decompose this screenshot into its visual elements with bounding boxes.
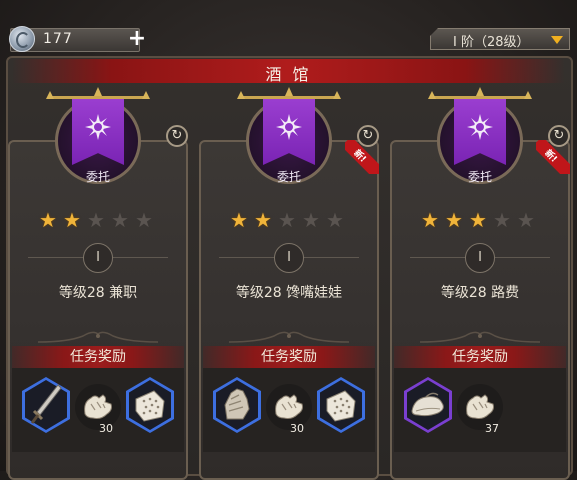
reward-header: 任务奖励 — [203, 346, 375, 368]
ornament-divider — [420, 331, 540, 343]
star-icon: ★ — [421, 208, 439, 232]
star-icon: ★ — [517, 208, 535, 232]
tier-selector[interactable]: I 阶（28级） — [430, 28, 570, 50]
finial — [237, 91, 245, 99]
claw-material-icon — [84, 394, 112, 419]
currency-display: 177 + — [9, 26, 146, 52]
ornament-divider — [38, 331, 158, 343]
reward-header: 任务奖励 — [12, 346, 184, 368]
star-icon: ★ — [230, 208, 248, 232]
finial — [285, 87, 293, 96]
sun-sigil-icon — [276, 114, 302, 140]
stone-block-icon — [326, 390, 356, 422]
dropdown-arrow-icon — [551, 36, 563, 44]
commission-emblem: 委托 — [428, 87, 532, 189]
reward-slot[interactable] — [126, 377, 174, 433]
emblem-label: 委托 — [85, 170, 110, 184]
banner-pole — [430, 96, 530, 99]
star-icon: ★ — [63, 208, 81, 232]
commission-emblem: 委托 — [46, 87, 150, 189]
reward-slot[interactable] — [404, 377, 452, 433]
ornament-divider — [229, 331, 349, 343]
finial — [46, 91, 54, 99]
reward-count: 30 — [99, 422, 113, 435]
new-tag: 新! — [536, 140, 570, 174]
claw-material-icon — [275, 394, 303, 419]
quest-name: 等级28 馋嘴娃娃 — [235, 285, 343, 301]
tier-label: I 阶（28级） — [453, 35, 530, 50]
sun-sigil-icon — [467, 114, 493, 140]
star-icon: ★ — [278, 208, 296, 232]
star-icon: ★ — [254, 208, 272, 232]
star-icon: ★ — [87, 208, 105, 232]
reward-slot[interactable]: 30 — [266, 384, 312, 435]
banner-pole — [239, 96, 339, 99]
panel-title-bar: 酒 馆 — [12, 59, 565, 84]
reward-count: 30 — [290, 422, 304, 435]
finial — [142, 91, 150, 99]
reward-slot[interactable] — [317, 377, 365, 433]
reward-slot[interactable]: 37 — [457, 384, 503, 435]
silver-coin-icon — [9, 26, 35, 52]
add-currency-button[interactable]: + — [127, 28, 147, 50]
reward-slot[interactable] — [213, 377, 261, 433]
level-badge: I — [465, 243, 495, 273]
finial — [476, 87, 484, 96]
stone-block-icon — [135, 390, 165, 422]
top-bar: 177 + I 阶（28级） — [0, 0, 577, 58]
banner-pole — [48, 96, 148, 99]
star-icon: ★ — [445, 208, 463, 232]
star-icon: ★ — [39, 208, 57, 232]
currency-amount: 177 — [43, 31, 73, 47]
level-badge: I — [274, 243, 304, 273]
commission-emblem: 委托 — [237, 87, 341, 189]
quest-name: 等级28 路费 — [440, 285, 520, 301]
star-icon: ★ — [469, 208, 487, 232]
gauntlet-icon — [224, 388, 250, 420]
sword-icon — [30, 384, 62, 424]
panel-title: 酒 馆 — [265, 65, 312, 84]
finial — [94, 87, 102, 96]
new-tag: 新! — [345, 140, 379, 174]
difficulty-stars: ★ ★ ★ ★ ★ — [229, 210, 345, 230]
emblem-label: 委托 — [467, 170, 492, 184]
reward-slot[interactable]: 30 — [75, 384, 121, 435]
quest-name: 等级28 兼职 — [58, 285, 138, 301]
reward-slot[interactable] — [22, 377, 70, 433]
claw-material-icon — [466, 394, 494, 419]
star-icon: ★ — [326, 208, 344, 232]
level-badge: I — [83, 243, 113, 273]
star-icon: ★ — [111, 208, 129, 232]
finial — [428, 91, 436, 99]
star-icon: ★ — [493, 208, 511, 232]
emblem-label: 委托 — [276, 170, 301, 184]
sun-sigil-icon — [85, 114, 111, 140]
difficulty-stars: ★ ★ ★ ★ ★ — [38, 210, 154, 230]
star-icon: ★ — [302, 208, 320, 232]
finial — [524, 91, 532, 99]
star-icon: ★ — [135, 208, 153, 232]
finial — [333, 91, 341, 99]
difficulty-stars: ★ ★ ★ ★ ★ — [420, 210, 536, 230]
reward-count: 37 — [485, 422, 499, 435]
refresh-icon[interactable]: ↻ — [166, 125, 188, 147]
hat-icon — [411, 392, 444, 417]
reward-header: 任务奖励 — [394, 346, 566, 368]
